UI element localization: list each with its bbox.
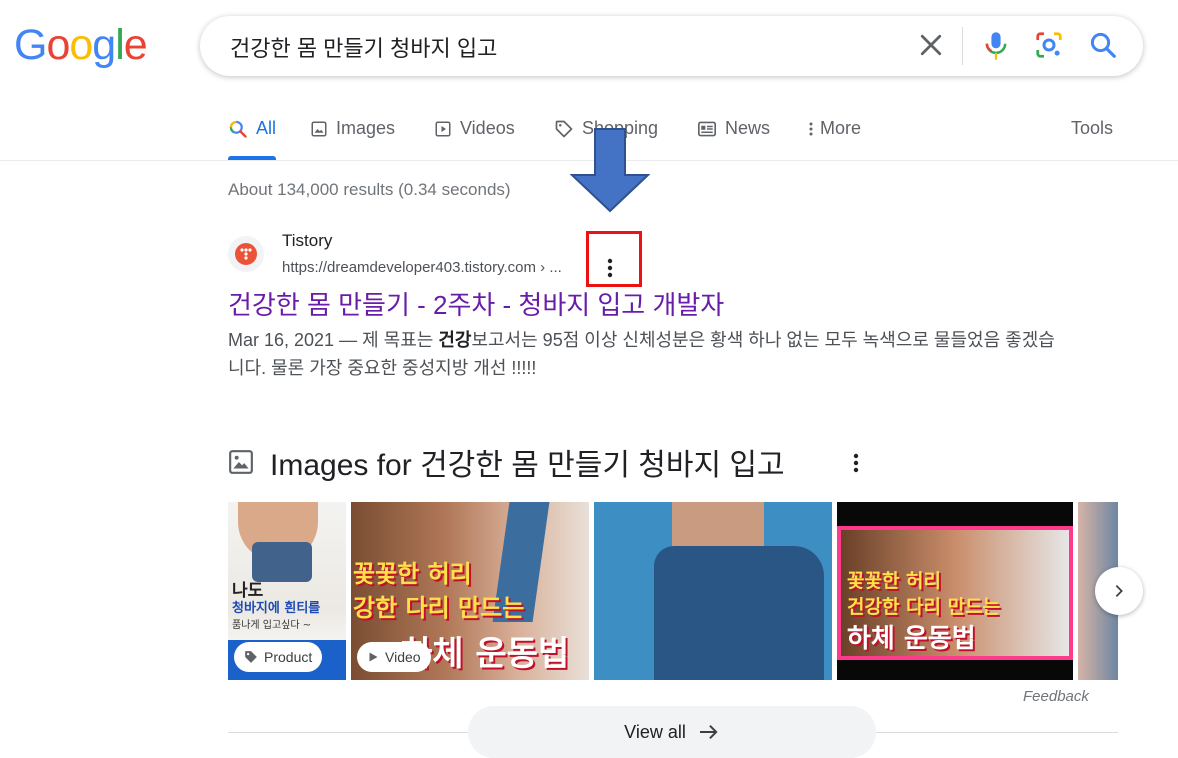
product-chip: Product [234, 642, 323, 672]
result-snippet: Mar 16, 2021 — 제 목표는 건강보고서는 95점 이상 신체성분은… [228, 326, 1058, 382]
search-divider [962, 27, 963, 65]
annotation-down-arrow-icon [570, 128, 650, 213]
thumbnail-text: 건강한 다리 만드는 [847, 596, 1001, 618]
tab-label: Videos [460, 118, 515, 138]
arrow-right-icon [699, 724, 718, 740]
tag-icon [245, 651, 257, 663]
thumbnail-text: 청바지에 흰티를 [232, 601, 321, 616]
result-site-name[interactable]: Tistory [282, 231, 332, 251]
thumbnail-text: 강한 다리 만드는 [353, 594, 525, 622]
image-thumbnail[interactable]: 나도 청바지에 흰티를 품나게 입고싶다 ~ Product [228, 502, 346, 680]
tab-label: Images [336, 118, 396, 138]
image-thumbnail[interactable] [594, 502, 832, 680]
tab-images[interactable]: Images [310, 118, 395, 139]
tools-button[interactable]: Tools [1071, 118, 1113, 139]
thumbnail-text: 꽃꽃한 허리 [353, 560, 472, 588]
annotation-highlight-box [586, 231, 642, 287]
chip-label: Video [385, 649, 421, 665]
tab-label: All [256, 118, 277, 138]
logo-letter: l [115, 21, 125, 69]
image-icon [311, 121, 327, 136]
chevron-right-icon [1115, 585, 1123, 597]
logo-letter: G [14, 21, 47, 69]
microphone-icon[interactable] [982, 30, 1010, 62]
google-lens-icon[interactable] [1034, 30, 1064, 60]
chip-label: Product [264, 649, 313, 665]
result-url[interactable]: https://dreamdeveloper403.tistory.com › … [282, 259, 562, 276]
images-heading[interactable]: Images for 건강한 몸 만들기 청바지 입고 [270, 440, 785, 484]
images-heading-query: 건강한 몸 만들기 청바지 입고 [420, 449, 785, 482]
thumbnail-text: 하체 운동법 [847, 624, 976, 654]
logo-letter: e [123, 21, 148, 69]
tab-all[interactable]: All [228, 118, 276, 139]
logo-letter: o [46, 21, 70, 69]
feedback-link[interactable]: Feedback [1023, 688, 1089, 705]
result-stats: About 134,000 results (0.34 seconds) [228, 180, 511, 199]
image-thumbnail[interactable]: 꽃꽃한 허리 건강한 다리 만드는 하체 운동법 [837, 502, 1073, 680]
clear-icon[interactable] [916, 30, 946, 60]
video-chip: Video [357, 642, 431, 672]
images-menu-kebab-icon[interactable] [846, 450, 866, 476]
tab-more[interactable]: More [806, 118, 861, 139]
kebab-icon [809, 122, 813, 135]
thumbnail-jeans [654, 546, 824, 680]
play-icon [369, 652, 378, 662]
tab-label: More [820, 118, 862, 138]
play-icon [435, 121, 451, 136]
tab-label: News [725, 118, 771, 138]
search-icon[interactable] [1088, 30, 1118, 60]
search-icon [229, 120, 247, 138]
images-heading-prefix: Images for [270, 449, 421, 482]
thumbnail-text: 꽃꽃한 허리 [847, 570, 942, 592]
thumbnail-text: 품나게 입고싶다 ~ [232, 620, 312, 631]
tools-label: Tools [1071, 118, 1114, 138]
carousel-next-button[interactable] [1095, 567, 1143, 615]
image-icon [229, 450, 253, 474]
google-logo[interactable]: Google [14, 21, 148, 69]
logo-letter: g [92, 21, 116, 69]
snippet-bold: 건강 [438, 330, 472, 350]
view-all-label: View all [624, 721, 686, 742]
site-favicon[interactable] [228, 236, 264, 272]
tistory-logo-icon [235, 243, 257, 265]
search-input[interactable]: 건강한 몸 만들기 청바지 입고 [230, 31, 497, 63]
view-all-button[interactable]: View all [468, 706, 876, 758]
snippet-date: Mar 16, 2021 — 제 목표는 [228, 330, 439, 350]
search-box[interactable]: 건강한 몸 만들기 청바지 입고 [200, 16, 1143, 76]
result-title-link[interactable]: 건강한 몸 만들기 - 2주차 - 청바지 입고 개발자 [228, 285, 724, 322]
news-icon [698, 121, 716, 136]
tab-videos[interactable]: Videos [434, 118, 515, 139]
tab-news[interactable]: News [697, 118, 770, 139]
image-thumbnail[interactable]: 꽃꽃한 허리 강한 다리 만드는 하체 운동법 Video [351, 502, 589, 680]
logo-letter: o [69, 21, 93, 69]
